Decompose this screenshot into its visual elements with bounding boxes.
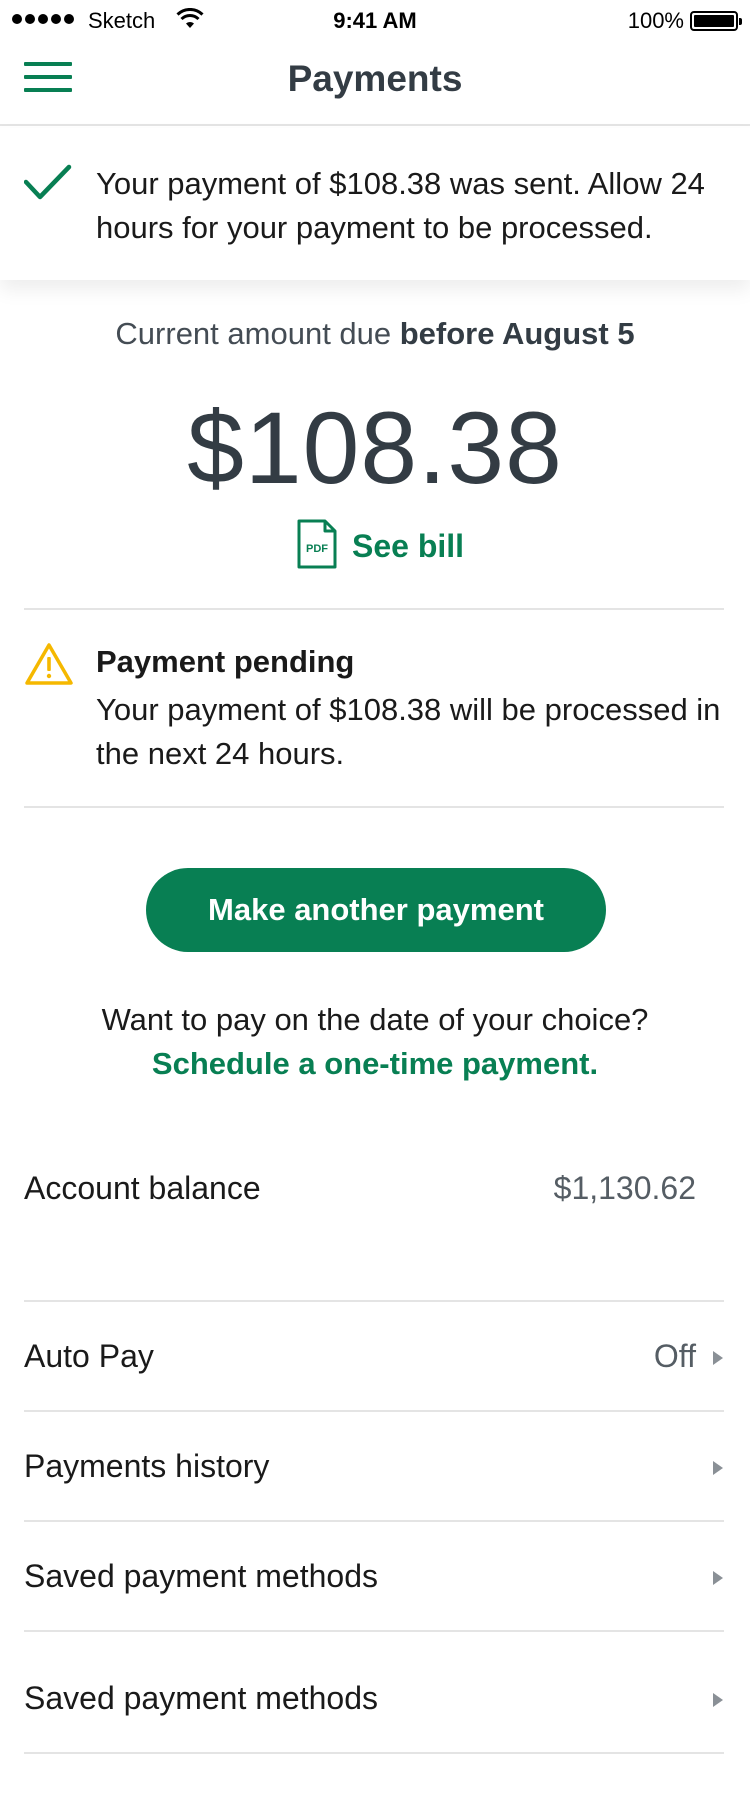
page-title: Payments <box>287 58 463 99</box>
make-another-payment-button[interactable]: Make another payment <box>146 868 606 952</box>
divider <box>24 1410 724 1412</box>
divider <box>24 1520 724 1522</box>
warning-icon <box>24 642 74 691</box>
checkmark-icon <box>23 164 72 207</box>
row-label: Account balance <box>24 1170 261 1206</box>
saved-payment-methods-row[interactable]: Saved payment methods <box>0 1524 750 1632</box>
see-bill-link[interactable]: PDF See bill <box>296 519 465 574</box>
amount-due-label: Current amount due before August 5 <box>0 316 750 352</box>
chevron-right-icon <box>712 1570 724 1591</box>
saved-payment-methods-row[interactable]: Saved payment methods <box>0 1646 750 1754</box>
due-date: before August 5 <box>399 316 635 351</box>
row-label: Saved payment methods <box>24 1558 378 1594</box>
row-label: Saved payment methods <box>24 1680 378 1716</box>
auto-pay-status: Off <box>653 1338 696 1374</box>
pdf-file-icon: PDF <box>296 519 338 574</box>
payment-sent-message: Your payment of $108.38 was sent. Allow … <box>96 166 705 245</box>
see-bill-label: See bill <box>352 527 465 564</box>
divider <box>24 806 724 808</box>
divider <box>24 608 724 610</box>
account-balance-value: $1,130.62 <box>553 1170 696 1206</box>
divider <box>24 1752 724 1754</box>
divider <box>24 1300 724 1302</box>
status-bar: Sketch 9:41 AM 100% <box>0 0 750 40</box>
auto-pay-row[interactable]: Auto Pay Off <box>0 1304 750 1412</box>
schedule-one-time-payment-link[interactable]: Schedule a one-time payment. <box>0 1046 750 1082</box>
chevron-right-icon <box>712 1692 724 1713</box>
schedule-question: Want to pay on the date of your choice? <box>101 1002 649 1037</box>
amount-due-value: $108.38 <box>187 391 563 505</box>
payment-sent-banner: Your payment of $108.38 was sent. Allow … <box>0 128 750 280</box>
payments-history-row[interactable]: Payments history <box>0 1414 750 1522</box>
row-label: Payments history <box>24 1448 270 1484</box>
amount-due-prefix: Current amount due <box>115 316 400 351</box>
battery-icon <box>690 11 742 31</box>
pdf-icon-text: PDF <box>306 543 328 555</box>
row-label: Auto Pay <box>24 1338 154 1374</box>
divider <box>24 1630 724 1632</box>
chevron-right-icon <box>712 1350 724 1371</box>
navigation-bar: Payments <box>0 40 750 126</box>
payment-pending-message: Your payment of $108.38 will be processe… <box>96 692 721 771</box>
account-balance-row: Account balance $1,130.62 <box>0 1136 750 1244</box>
chevron-right-icon <box>712 1460 724 1481</box>
battery-percentage: 100% <box>627 8 684 33</box>
payment-pending-title: Payment pending <box>96 644 355 679</box>
